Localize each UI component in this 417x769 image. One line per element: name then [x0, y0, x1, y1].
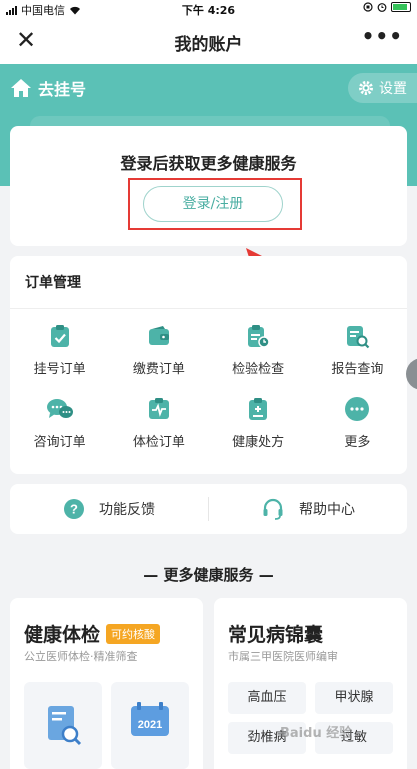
order-item-registration[interactable]: 挂号订单 — [10, 322, 109, 377]
report-search-icon — [343, 322, 371, 350]
clipboard-clock-icon — [244, 322, 272, 350]
chat-bubbles-icon — [46, 395, 74, 423]
hospital-document-icon — [48, 706, 82, 746]
nucleic-acid-tag: 可约核酸 — [106, 623, 161, 644]
divider — [10, 308, 407, 309]
order-item-more[interactable]: 更多 — [308, 395, 407, 450]
headset-icon — [263, 498, 283, 520]
order-section-title: 订单管理 — [25, 275, 81, 291]
more-services-title: — 更多健康服务 — — [143, 566, 274, 584]
order-item-label: 缴费订单 — [132, 362, 185, 377]
order-item-lab-tests[interactable]: 检验检查 — [209, 322, 308, 377]
feedback-button[interactable]: ? 功能反馈 — [10, 498, 208, 520]
order-grid: 挂号订单 缴费订单 检验检查 报告查询 咨询订单 体检订单 健康处方 更多 — [10, 322, 407, 450]
heartbeat-icon — [145, 395, 173, 423]
order-item-label: 挂号订单 — [33, 362, 86, 377]
order-item-report-query[interactable]: 报告查询 — [308, 322, 407, 377]
question-icon: ? — [64, 499, 84, 519]
order-item-label: 更多 — [344, 435, 371, 450]
order-item-label: 检验检查 — [232, 362, 285, 377]
svg-text:?: ? — [70, 502, 78, 517]
order-item-physical-exam[interactable]: 体检订单 — [109, 395, 208, 450]
order-item-consultation[interactable]: 咨询订单 — [10, 395, 109, 450]
diseases-title: 常见病锦囊 — [228, 624, 324, 646]
calendar-year: 2021 — [137, 719, 163, 731]
exam-calendar-tile[interactable]: 2021 — [111, 682, 189, 769]
exam-header: 健康体检 可约核酸 — [24, 620, 161, 647]
order-item-prescription[interactable]: 健康处方 — [209, 395, 308, 450]
exam-title: 健康体检 — [24, 624, 101, 646]
watermark: Baidu 经验 — [280, 726, 353, 741]
more-dots-icon — [343, 395, 371, 423]
wallet-icon — [145, 322, 173, 350]
disease-chip[interactable]: 甲状腺 — [315, 682, 393, 714]
exam-package-tile[interactable] — [24, 682, 102, 769]
order-item-payment[interactable]: 缴费订单 — [109, 322, 208, 377]
diseases-subtitle: 市属三甲医院医师编审 — [228, 650, 338, 663]
help-center-label: 帮助中心 — [299, 502, 355, 518]
clipboard-check-icon — [46, 322, 74, 350]
prescription-icon — [244, 395, 272, 423]
order-item-label: 报告查询 — [331, 362, 384, 377]
disease-chip[interactable]: 高血压 — [228, 682, 306, 714]
order-item-label: 咨询订单 — [33, 435, 86, 450]
order-management-card: 订单管理 挂号订单 缴费订单 检验检查 报告查询 咨询订单 体检订单 健康处方 … — [10, 256, 407, 474]
health-exam-card[interactable]: 健康体检 可约核酸 公立医师体检·精准筛查 2021 — [10, 598, 203, 769]
common-diseases-card[interactable]: 常见病锦囊 市属三甲医院医师编审 高血压 甲状腺 劲椎病 过敏 — [214, 598, 407, 769]
help-card: ? 功能反馈 帮助中心 — [10, 484, 407, 534]
exam-subtitle: 公立医师体检·精准筛查 — [24, 650, 138, 663]
feedback-label: 功能反馈 — [99, 502, 155, 518]
order-item-label: 体检订单 — [132, 435, 185, 450]
help-center-button[interactable]: 帮助中心 — [209, 497, 407, 521]
order-item-label: 健康处方 — [232, 435, 285, 450]
